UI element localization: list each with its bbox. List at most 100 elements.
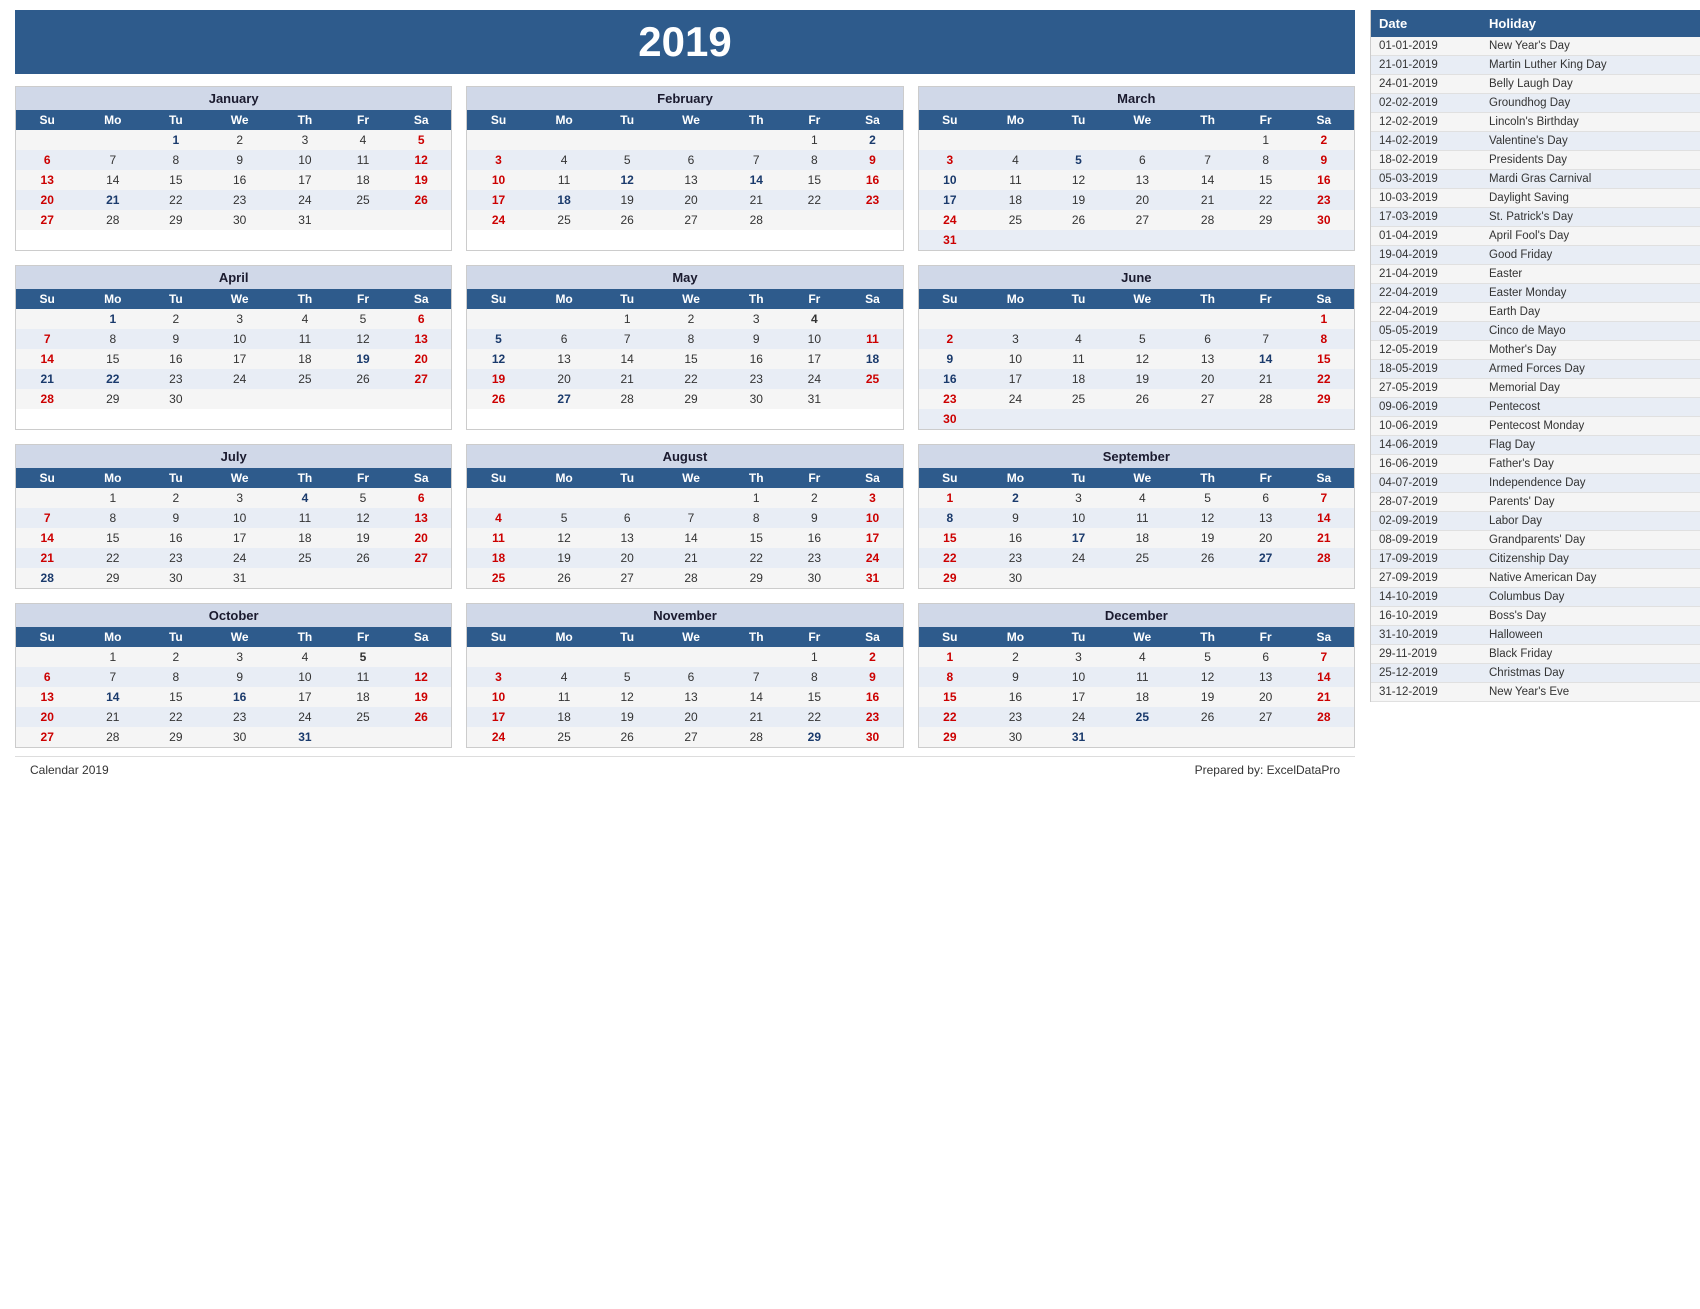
calendar-day	[1238, 568, 1294, 588]
calendar-day: 19	[467, 369, 529, 389]
calendar-day	[467, 130, 529, 150]
calendar-day: 28	[1294, 707, 1354, 727]
calendar-day	[467, 309, 529, 329]
calendar-day: 19	[530, 548, 599, 568]
holiday-row: 01-01-2019New Year's Day	[1371, 37, 1700, 56]
calendar-day: 22	[78, 548, 147, 568]
calendar-day: 22	[786, 190, 842, 210]
calendar-day: 13	[391, 329, 451, 349]
calendar-day	[1107, 568, 1177, 588]
calendar-day: 24	[275, 190, 335, 210]
holiday-date: 10-06-2019	[1371, 417, 1481, 435]
calendar-day	[919, 309, 981, 329]
weekday-header: Sa	[842, 468, 902, 488]
calendar-day: 24	[842, 548, 902, 568]
calendar-day	[530, 647, 599, 667]
calendar-day: 18	[275, 528, 335, 548]
calendar-day: 14	[78, 170, 147, 190]
calendar-day: 20	[16, 190, 78, 210]
month-title: November	[467, 604, 902, 627]
calendar-day	[981, 309, 1050, 329]
holiday-row: 05-03-2019Mardi Gras Carnival	[1371, 170, 1700, 189]
calendar-day: 30	[842, 727, 902, 747]
main-container: 2019 JanuarySuMoTuWeThFrSa12345678910111…	[0, 0, 1700, 793]
calendar-day: 25	[1107, 707, 1177, 727]
holiday-name: Parents' Day	[1481, 493, 1562, 511]
calendar-day: 27	[1107, 210, 1177, 230]
holiday-row: 21-04-2019Easter	[1371, 265, 1700, 284]
holiday-row: 05-05-2019Cinco de Mayo	[1371, 322, 1700, 341]
calendar-day: 22	[656, 369, 726, 389]
calendar-day	[1050, 568, 1107, 588]
calendar-day: 12	[1050, 170, 1107, 190]
calendar-day: 15	[147, 170, 204, 190]
calendar-day: 23	[842, 190, 902, 210]
calendar-day	[16, 647, 78, 667]
month-table: SuMoTuWeThFrSa12345678910111213141516171…	[16, 289, 451, 409]
calendar-day: 21	[16, 369, 78, 389]
weekday-header: We	[205, 289, 275, 309]
calendar-day: 18	[275, 349, 335, 369]
calendar-day: 21	[599, 369, 656, 389]
holiday-name: Father's Day	[1481, 455, 1562, 473]
calendar-day: 26	[599, 727, 656, 747]
calendar-day: 11	[275, 508, 335, 528]
calendar-day	[16, 309, 78, 329]
month-table: SuMoTuWeThFrSa12345678910111213141516171…	[919, 110, 1354, 250]
calendar-day: 30	[981, 568, 1050, 588]
weekday-header: Sa	[1294, 289, 1354, 309]
calendar-day: 21	[1294, 528, 1354, 548]
calendar-day: 10	[275, 150, 335, 170]
calendar-day: 3	[919, 150, 981, 170]
holiday-row: 12-05-2019Mother's Day	[1371, 341, 1700, 360]
month-block-november: NovemberSuMoTuWeThFrSa123456789101112131…	[466, 603, 903, 748]
calendar-day: 22	[1294, 369, 1354, 389]
weekday-header: Fr	[786, 627, 842, 647]
calendar-day: 15	[147, 687, 204, 707]
calendar-day: 4	[1107, 488, 1177, 508]
calendar-day: 16	[842, 170, 902, 190]
calendar-day: 25	[530, 727, 599, 747]
month-block-february: FebruarySuMoTuWeThFrSa123456789101112131…	[466, 86, 903, 251]
calendar-day: 23	[981, 548, 1050, 568]
calendar-day: 31	[1050, 727, 1107, 747]
weekday-header: We	[656, 627, 726, 647]
calendar-day: 20	[1107, 190, 1177, 210]
calendar-day: 8	[656, 329, 726, 349]
weekday-header: Sa	[391, 289, 451, 309]
calendar-day: 12	[335, 508, 391, 528]
calendar-day: 7	[16, 508, 78, 528]
holiday-row: 19-04-2019Good Friday	[1371, 246, 1700, 265]
calendar-day	[1177, 130, 1237, 150]
calendar-day: 16	[842, 687, 902, 707]
holiday-date: 02-02-2019	[1371, 94, 1481, 112]
calendar-day	[1238, 409, 1294, 429]
calendar-day: 17	[981, 369, 1050, 389]
calendar-day: 2	[842, 130, 902, 150]
calendar-day: 24	[919, 210, 981, 230]
calendar-day: 18	[467, 548, 529, 568]
calendar-day	[530, 309, 599, 329]
calendar-day	[1050, 309, 1107, 329]
calendar-day: 23	[786, 548, 842, 568]
holiday-name: Mardi Gras Carnival	[1481, 170, 1599, 188]
calendar-day: 27	[391, 548, 451, 568]
calendar-day: 29	[1238, 210, 1294, 230]
calendar-day	[1294, 727, 1354, 747]
holiday-name: Lincoln's Birthday	[1481, 113, 1587, 131]
holiday-date: 10-03-2019	[1371, 189, 1481, 207]
calendar-day	[1238, 230, 1294, 250]
calendar-day	[467, 647, 529, 667]
calendar-day: 18	[981, 190, 1050, 210]
weekday-header: Fr	[335, 468, 391, 488]
calendar-day: 22	[147, 190, 204, 210]
calendar-day: 13	[16, 687, 78, 707]
holiday-row: 31-12-2019New Year's Eve	[1371, 683, 1700, 702]
calendar-day: 15	[919, 528, 981, 548]
calendar-day: 31	[205, 568, 275, 588]
calendar-day: 17	[205, 528, 275, 548]
month-title: March	[919, 87, 1354, 110]
weekday-header: Mo	[981, 468, 1050, 488]
weekday-header: Mo	[981, 627, 1050, 647]
weekday-header: Fr	[786, 468, 842, 488]
